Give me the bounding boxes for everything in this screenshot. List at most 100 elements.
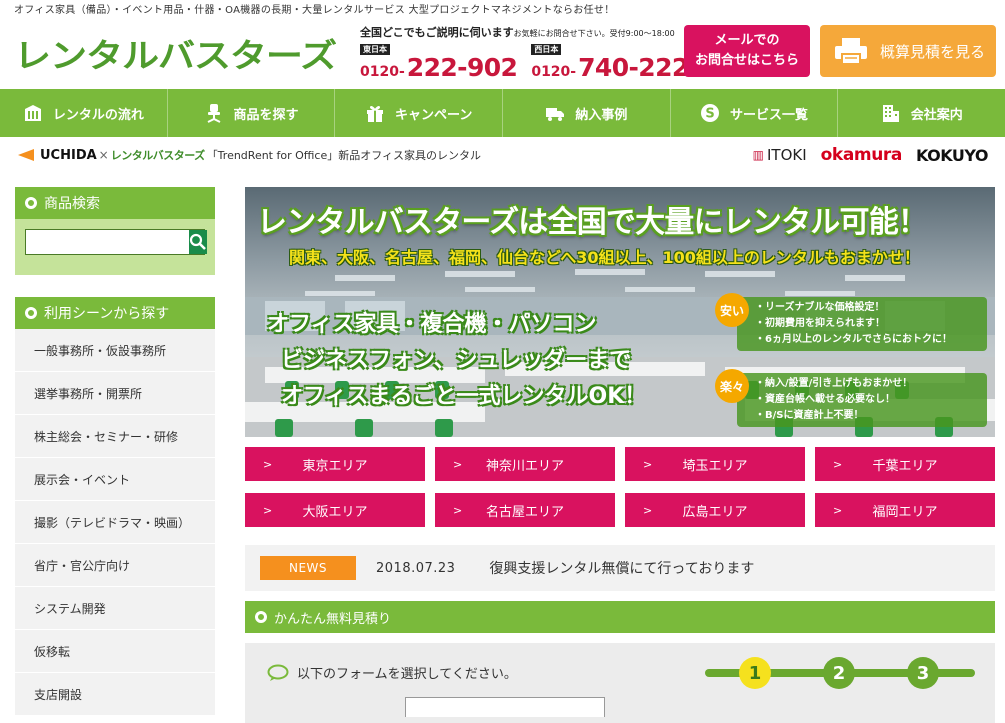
scene-item[interactable]: 支店開設 bbox=[15, 673, 215, 716]
news-bar: NEWS 2018.07.23 復興支援レンタル無償にて行っております bbox=[245, 545, 995, 591]
area-button-kanagawa[interactable]: > 神奈川エリア bbox=[435, 447, 615, 481]
area-button-hiroshima[interactable]: > 広島エリア bbox=[625, 493, 805, 527]
chair-icon bbox=[207, 104, 220, 123]
product-search-input[interactable] bbox=[26, 230, 189, 254]
service-s-icon: S bbox=[701, 104, 720, 122]
site-tagline: オフィス家具（備品）・イベント用品・什器・OA機器の長期・大量レンタルサービス … bbox=[14, 5, 615, 16]
chevron-right-icon: > bbox=[833, 503, 843, 517]
nav-item-services[interactable]: S サービス一覧 bbox=[671, 89, 839, 137]
estimate-button-label: 概算見積を見る bbox=[880, 42, 986, 61]
hero-subheadline: 関東、大阪、名古屋、福岡、仙台などへ30組以上、100組以上のレンタルもおまかせ… bbox=[289, 248, 920, 267]
sidebar: 商品検索 利用シーンから探す 一般事務所・仮設事務所 選挙事務所・開票所 株主総… bbox=[15, 187, 215, 716]
scene-item[interactable]: 撮影（テレビドラマ・映画） bbox=[15, 501, 215, 544]
chevron-right-icon: > bbox=[263, 457, 273, 471]
area-button-chiba[interactable]: > 千葉エリア bbox=[815, 447, 995, 481]
phone-region-east: 東日本 bbox=[360, 44, 390, 55]
news-badge: NEWS bbox=[260, 556, 356, 580]
hero-banner[interactable]: レンタルバスターズは全国で大量にレンタル可能！ 関東、大阪、名古屋、福岡、仙台な… bbox=[245, 187, 995, 437]
feature-easy: 楽々 ・納入/設置/引き上げもおまかせ！ ・資産台帳へ載せる必要なし！ ・B/S… bbox=[715, 369, 987, 427]
nav-label-rental-flow: レンタルの流れ bbox=[52, 107, 144, 123]
area-button-tokyo[interactable]: > 東京エリア bbox=[245, 447, 425, 481]
main-content: レンタルバスターズは全国で大量にレンタル可能！ 関東、大阪、名古屋、福岡、仙台な… bbox=[245, 187, 995, 723]
product-search-title: 商品検索 bbox=[44, 196, 100, 212]
area-button-fukuoka[interactable]: > 福岡エリア bbox=[815, 493, 995, 527]
scene-item[interactable]: 省庁・官公庁向け bbox=[15, 544, 215, 587]
nav-item-find-products[interactable]: 商品を探す bbox=[168, 89, 336, 137]
chevron-right-icon: > bbox=[643, 503, 653, 517]
contact-lead-text: 全国どこでもご説明に伺います bbox=[360, 26, 514, 39]
office-building-icon bbox=[882, 105, 899, 122]
hero-copy: オフィス家具・複合機・パソコン ビジネスフォン、シュレッダーまで オフィスまるご… bbox=[267, 307, 646, 415]
step-indicator: 1 2 3 bbox=[705, 657, 975, 689]
quick-quote-form: 以下のフォームを選択してください。 1 2 3 bbox=[245, 643, 995, 723]
okamura-logo[interactable]: okamura bbox=[821, 145, 903, 165]
hero-copy-line: ビジネスフォン、シュレッダーまで bbox=[281, 348, 632, 373]
scene-item[interactable]: 展示会・イベント bbox=[15, 458, 215, 501]
feature-badge-easy: 楽々 bbox=[715, 369, 749, 403]
mail-contact-button[interactable]: メールでの お問合せはこちら bbox=[684, 25, 810, 77]
heading-dot-icon bbox=[25, 197, 37, 209]
scene-item[interactable]: 一般事務所・仮設事務所 bbox=[15, 329, 215, 372]
chevron-right-icon: > bbox=[453, 457, 463, 471]
truck-icon bbox=[546, 108, 565, 121]
uchida-logo[interactable]: UCHIDA bbox=[18, 148, 97, 163]
hero-headline: レンタルバスターズは全国で大量にレンタル可能！ bbox=[257, 205, 928, 240]
kokuyo-logo[interactable]: KOKUYO bbox=[916, 146, 989, 165]
area-button-osaka[interactable]: > 大阪エリア bbox=[245, 493, 425, 527]
feature-line: ・B/Sに資産計上不要！ bbox=[755, 410, 864, 421]
scene-item[interactable]: 選挙事務所・開票所 bbox=[15, 372, 215, 415]
heading-dot-icon bbox=[255, 611, 267, 623]
phone-prefix-east: 0120- bbox=[360, 64, 405, 80]
scene-item[interactable]: 仮移転 bbox=[15, 630, 215, 673]
maker-logos: ▥ ITOKI okamura KOKUYO bbox=[753, 145, 989, 165]
global-nav: レンタルの流れ 商品を探す キャンペーン 納入事例 S サービス一覧 会社案内 bbox=[0, 89, 1005, 137]
area-links: > 東京エリア > 神奈川エリア > 埼玉エリア > 千葉エリア > 大阪エリア > 名古屋… bbox=[245, 447, 995, 527]
nav-item-rental-flow[interactable]: レンタルの流れ bbox=[0, 89, 168, 137]
nav-label-delivery-cases: 納入事例 bbox=[575, 107, 628, 123]
search-button[interactable] bbox=[189, 230, 207, 254]
news-link[interactable]: 復興支援レンタル無償にて行っております bbox=[489, 558, 754, 578]
phone-east[interactable]: 東日本 0120-222-902 bbox=[360, 44, 518, 85]
itoki-logo[interactable]: ▥ ITOKI bbox=[753, 146, 807, 164]
brand-mini-logo: レンタルバスターズ bbox=[110, 149, 205, 162]
nav-item-delivery-cases[interactable]: 納入事例 bbox=[503, 89, 671, 137]
logo-mark: レンタルバスターズ bbox=[14, 36, 338, 75]
contact-note: お気軽にお問合せ下さい。受付9:00～18:00 bbox=[513, 29, 675, 38]
brand-row: UCHIDA × レンタルバスターズ 「TrendRent for Office… bbox=[18, 145, 989, 165]
phone-prefix-west: 0120- bbox=[531, 64, 577, 80]
nav-item-company[interactable]: 会社案内 bbox=[838, 89, 1005, 137]
search-box bbox=[15, 219, 215, 275]
product-search-panel: 商品検索 bbox=[15, 187, 215, 275]
itoki-text: ITOKI bbox=[766, 146, 807, 164]
scene-item[interactable]: システム開発 bbox=[15, 587, 215, 630]
phone-west[interactable]: 西日本 0120-740-222 bbox=[531, 44, 689, 85]
nav-label-find-products: 商品を探す bbox=[233, 107, 299, 123]
area-button-nagoya[interactable]: > 名古屋エリア bbox=[435, 493, 615, 527]
site-logo[interactable]: レンタルバスターズ bbox=[14, 36, 338, 75]
speech-bubble-icon bbox=[267, 664, 289, 681]
phone-region-west: 西日本 bbox=[531, 44, 562, 55]
building-icon bbox=[24, 105, 41, 121]
feature-line: ・リーズナブルな価格設定！ bbox=[755, 302, 885, 313]
feature-lines: ・リーズナブルな価格設定！ ・初期費用を抑えられます！ ・6ヵ月以上のレンタルで… bbox=[737, 297, 987, 351]
feature-lines: ・納入/設置/引き上げもおまかせ！ ・資産台帳へ載せる必要なし！ ・B/Sに資産… bbox=[737, 373, 987, 427]
logo-text: レンタルバスターズ bbox=[14, 36, 336, 72]
brand-description[interactable]: 「TrendRent for Office」新品オフィス家具のレンタル bbox=[207, 147, 481, 163]
mail-button-line1: メールでの bbox=[714, 33, 780, 48]
nav-item-campaign[interactable]: キャンペーン bbox=[335, 89, 504, 137]
nav-label-company: 会社案内 bbox=[910, 107, 963, 123]
feature-line: ・6ヵ月以上のレンタルでさらにおトクに！ bbox=[755, 334, 952, 345]
area-button-saitama[interactable]: > 埼玉エリア bbox=[625, 447, 805, 481]
search-field-wrap bbox=[25, 229, 207, 255]
estimate-button[interactable]: 概算見積を見る bbox=[820, 25, 996, 77]
quote-select-field[interactable] bbox=[405, 697, 605, 717]
contact-lead: 全国どこでもご説明に伺いますお気軽にお問合せ下さい。受付9:00～18:00 bbox=[360, 24, 678, 40]
scene-title: 利用シーンから探す bbox=[44, 306, 170, 322]
feature-badge-cheap: 安い bbox=[715, 293, 749, 327]
itoki-mark-icon: ▥ bbox=[752, 148, 764, 162]
step-1: 1 bbox=[739, 657, 771, 689]
scene-item[interactable]: 株主総会・セミナー・研修 bbox=[15, 415, 215, 458]
quote-prompt-text: 以下のフォームを選択してください。 bbox=[297, 667, 517, 682]
chevron-right-icon: > bbox=[263, 503, 273, 517]
gift-icon bbox=[367, 106, 383, 122]
